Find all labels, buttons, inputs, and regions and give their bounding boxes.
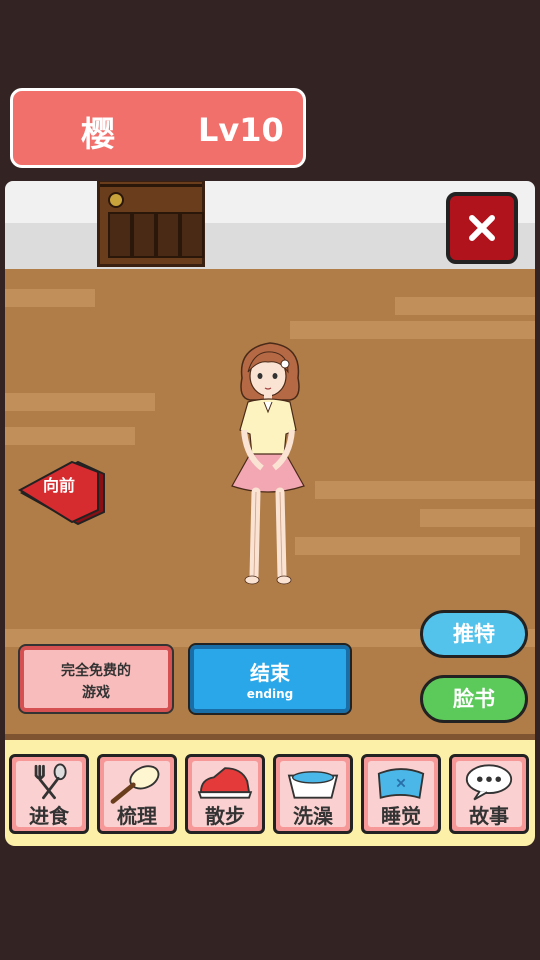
comb-label: 梳理: [117, 804, 157, 828]
brush-icon: [110, 765, 160, 804]
walk-label: 散步: [205, 804, 245, 828]
bath-button[interactable]: 洗澡: [273, 754, 353, 834]
facebook-button[interactable]: 脸书: [420, 675, 528, 723]
eat-label: 进食: [29, 804, 69, 828]
bathtub-icon: [287, 771, 339, 799]
comb-button[interactable]: 梳理: [97, 754, 177, 834]
twitter-button[interactable]: 推特: [420, 610, 528, 658]
ending-label: 结束: [250, 661, 290, 685]
character-sakura[interactable]: [220, 338, 320, 588]
sneaker-icon: [197, 767, 253, 799]
door-knob: [108, 192, 124, 208]
character-name: 樱: [81, 115, 115, 155]
speech-bubble-icon: [465, 764, 513, 801]
forward-label: 向前: [43, 476, 76, 495]
door: [97, 181, 205, 267]
forward-button[interactable]: 向前: [18, 460, 108, 526]
free-games-button[interactable]: 完全免费的 游戏: [18, 644, 174, 714]
sleep-label: 睡觉: [381, 804, 421, 828]
walk-button[interactable]: 散步: [185, 754, 265, 834]
character-level: Lv10: [198, 111, 284, 149]
action-bar: 进食 梳理 散步 洗澡 睡觉 故事: [5, 734, 535, 846]
free-games-label-line1: 完全免费的: [61, 663, 131, 679]
eat-button[interactable]: 进食: [9, 754, 89, 834]
character-title-bar: 樱 Lv10: [10, 88, 306, 168]
bath-label: 洗澡: [293, 804, 333, 828]
sleep-button[interactable]: 睡觉: [361, 754, 441, 834]
ending-sublabel: ending: [246, 687, 294, 701]
story-label: 故事: [469, 804, 509, 828]
close-button[interactable]: [446, 192, 518, 264]
free-games-label-line2: 游戏: [82, 685, 110, 701]
ending-button[interactable]: 结束 ending: [188, 643, 352, 715]
pillow-icon: [377, 768, 425, 799]
fork-spoon-icon: [34, 763, 67, 800]
story-button[interactable]: 故事: [449, 754, 529, 834]
close-icon: [469, 215, 495, 241]
